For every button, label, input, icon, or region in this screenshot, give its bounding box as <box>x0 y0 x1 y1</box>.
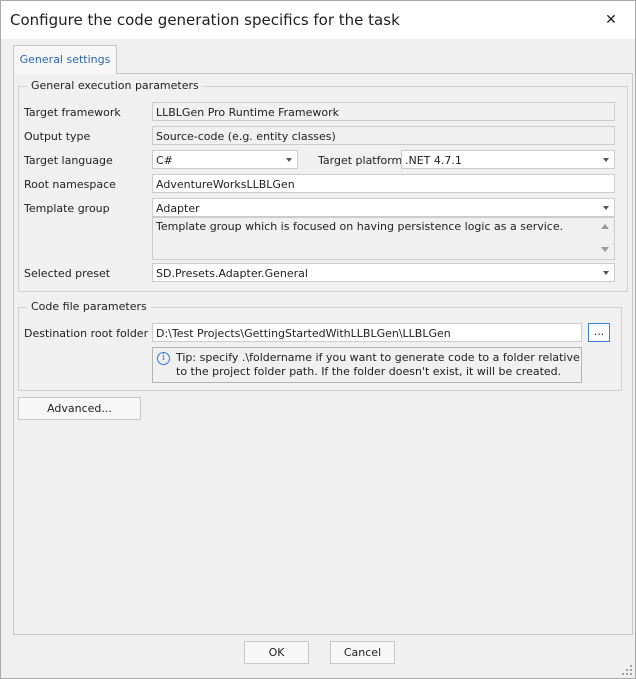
target-platform-value: .NET 4.7.1 <box>405 154 462 167</box>
target-platform-label: Target platform <box>318 154 403 167</box>
browse-folder-button[interactable]: ... <box>588 323 610 342</box>
target-language-select[interactable]: C# <box>152 150 298 169</box>
template-group-select[interactable]: Adapter <box>152 198 615 217</box>
title-bar: Configure the code generation specifics … <box>1 1 635 39</box>
tab-general-settings[interactable]: General settings <box>13 45 117 74</box>
target-platform-select[interactable]: .NET 4.7.1 <box>401 150 615 169</box>
root-namespace-label: Root namespace <box>24 178 116 191</box>
output-type-field: Source-code (e.g. entity classes) <box>152 126 615 145</box>
template-group-description: Template group which is focused on havin… <box>152 217 615 260</box>
target-framework-value: LLBLGen Pro Runtime Framework <box>156 106 339 119</box>
chevron-down-icon[interactable] <box>603 271 609 275</box>
resize-grip-icon[interactable] <box>622 665 632 675</box>
chevron-down-icon[interactable] <box>603 206 609 210</box>
close-icon[interactable]: ✕ <box>599 9 623 31</box>
tab-label: General settings <box>19 53 111 66</box>
ok-button[interactable]: OK <box>244 641 309 664</box>
destination-root-folder-input[interactable]: D:\Test Projects\GettingStartedWithLLBLG… <box>152 323 582 342</box>
template-group-value: Adapter <box>156 202 200 215</box>
scroll-up-icon[interactable] <box>601 224 609 229</box>
output-type-label: Output type <box>24 130 91 143</box>
tip-box: i Tip: specify .\foldername if you want … <box>152 347 582 383</box>
scroll-down-icon[interactable] <box>601 247 609 252</box>
group-title: General execution parameters <box>27 79 203 92</box>
chevron-down-icon[interactable] <box>286 158 292 162</box>
output-type-value: Source-code (e.g. entity classes) <box>156 130 336 143</box>
target-language-value: C# <box>156 154 173 167</box>
chevron-down-icon[interactable] <box>603 158 609 162</box>
target-framework-label: Target framework <box>24 106 121 119</box>
selected-preset-value: SD.Presets.Adapter.General <box>156 267 308 280</box>
target-framework-field: LLBLGen Pro Runtime Framework <box>152 102 615 121</box>
destination-root-folder-value: D:\Test Projects\GettingStartedWithLLBLG… <box>156 327 451 340</box>
destination-root-folder-label: Destination root folder <box>24 327 149 340</box>
group-title: Code file parameters <box>27 300 151 313</box>
cancel-button[interactable]: Cancel <box>330 641 395 664</box>
target-language-label: Target language <box>24 154 113 167</box>
selected-preset-select[interactable]: SD.Presets.Adapter.General <box>152 263 615 282</box>
root-namespace-input[interactable]: AdventureWorksLLBLGen <box>152 174 615 193</box>
template-group-label: Template group <box>24 202 110 215</box>
tip-text: Tip: specify .\foldername if you want to… <box>176 351 580 378</box>
general-execution-parameters-group: General execution parameters Target fram… <box>18 79 628 292</box>
code-file-parameters-group: Code file parameters Destination root fo… <box>18 300 622 391</box>
root-namespace-value: AdventureWorksLLBLGen <box>156 178 295 191</box>
tab-page-general-settings: General execution parameters Target fram… <box>13 73 633 635</box>
dialog-window: Configure the code generation specifics … <box>0 0 636 679</box>
info-icon: i <box>157 352 170 365</box>
dialog-title: Configure the code generation specifics … <box>10 11 400 29</box>
advanced-button[interactable]: Advanced... <box>18 397 141 420</box>
template-group-description-text: Template group which is focused on havin… <box>156 220 564 233</box>
selected-preset-label: Selected preset <box>24 267 111 280</box>
